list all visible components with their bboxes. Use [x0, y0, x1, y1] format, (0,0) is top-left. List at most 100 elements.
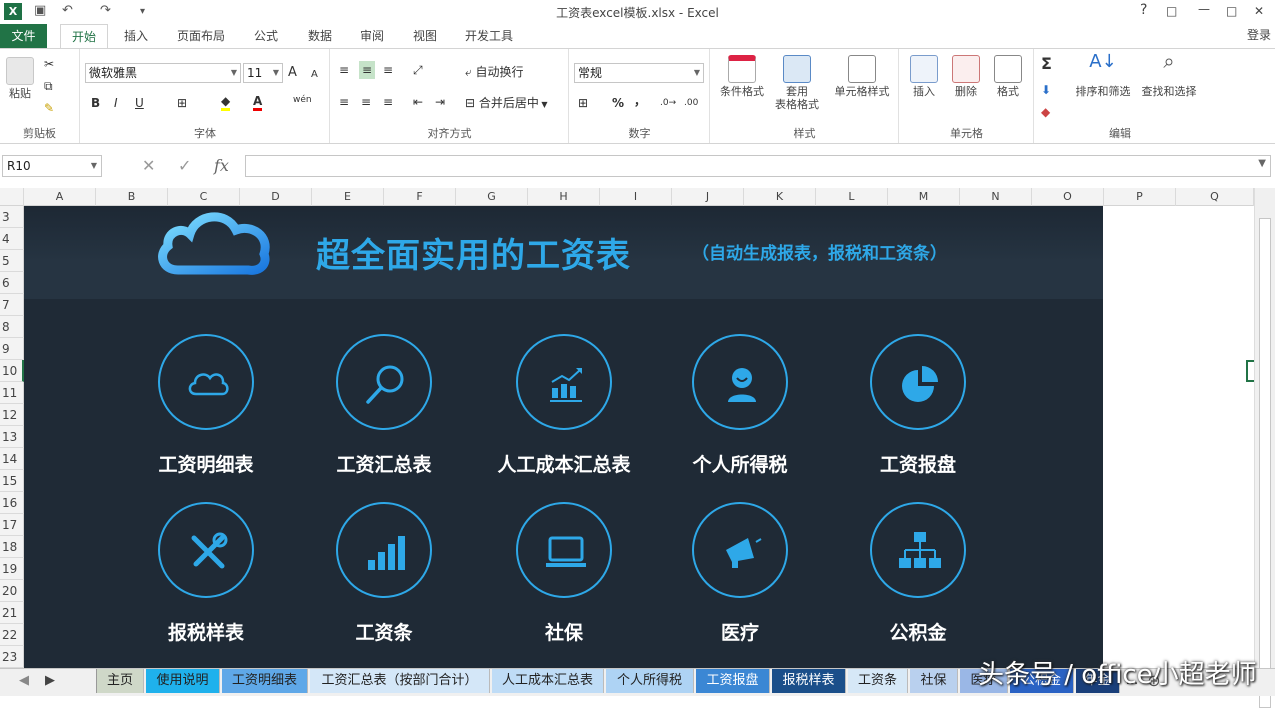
font-name-combo[interactable]: 微软雅黑 ▼ — [85, 63, 241, 83]
align-center-icon[interactable]: ≡ — [361, 93, 371, 111]
sheet-tab-tax-sample[interactable]: 报税样表 — [772, 669, 846, 693]
row-header[interactable]: 9 — [0, 338, 24, 360]
sign-in-link[interactable]: 登录 — [1247, 24, 1271, 46]
row-header[interactable]: 23 — [0, 646, 24, 668]
format-painter-icon[interactable]: ✎ — [44, 99, 54, 117]
sheet-tab-home[interactable]: 主页 — [96, 669, 144, 693]
name-box[interactable]: R10 ▼ — [2, 155, 102, 177]
row-header[interactable]: 7 — [0, 294, 24, 316]
insert-function-button[interactable]: fx — [214, 156, 229, 175]
wrap-text-button[interactable]: ⤶ 自动换行 — [465, 63, 524, 81]
autosum-button[interactable]: Σ — [1041, 55, 1052, 73]
row-header[interactable]: 22 — [0, 624, 24, 646]
tile-payslip[interactable]: 工资条 — [284, 502, 484, 652]
sort-filter-button[interactable]: A↓ 排序和筛选 — [1071, 53, 1135, 99]
sheet-tab-salary-report[interactable]: 工资报盘 — [696, 669, 770, 693]
vertical-scrollbar[interactable] — [1254, 188, 1275, 708]
column-header[interactable]: G — [456, 188, 528, 206]
underline-button[interactable]: U — [135, 94, 144, 112]
find-select-button[interactable]: ⌕ 查找和选择 — [1137, 51, 1201, 98]
sheet-tab-payslip[interactable]: 工资条 — [848, 669, 908, 693]
format-as-table-button[interactable]: 套用 表格格式 — [769, 55, 825, 111]
align-left-icon[interactable]: ≡ — [339, 93, 349, 111]
copy-icon[interactable]: ⧉ — [44, 77, 53, 95]
accounting-format-icon[interactable]: ⊞ — [578, 94, 588, 112]
percent-style-button[interactable]: % — [612, 94, 624, 112]
row-header[interactable]: 3 — [0, 206, 24, 228]
font-size-combo[interactable]: 11 ▼ — [243, 63, 283, 83]
row-header[interactable]: 20 — [0, 580, 24, 602]
align-top-icon[interactable]: ≡ — [339, 61, 349, 79]
minimize-button[interactable]: — — [1198, 2, 1210, 16]
tab-review[interactable]: 审阅 — [350, 24, 394, 48]
align-bottom-icon[interactable]: ≡ — [383, 61, 393, 79]
column-header[interactable]: B — [96, 188, 168, 206]
tab-formulas[interactable]: 公式 — [244, 24, 288, 48]
fill-color-icon[interactable]: ◆ — [221, 94, 231, 111]
select-all-corner[interactable] — [0, 188, 24, 206]
sheet-tab-labor-cost[interactable]: 人工成本汇总表 — [492, 669, 604, 693]
format-cells-button[interactable]: 格式 — [988, 55, 1028, 98]
worksheet-cells[interactable] — [1103, 206, 1254, 668]
increase-decimal-icon[interactable]: .0→ — [660, 94, 676, 112]
increase-indent-icon[interactable]: ⇥ — [435, 93, 445, 111]
tile-medical[interactable]: 医疗 — [640, 502, 840, 652]
shrink-font-button[interactable]: A — [311, 66, 318, 84]
column-header[interactable]: H — [528, 188, 600, 206]
comma-style-button[interactable]: ， — [634, 92, 646, 110]
row-header[interactable]: 8 — [0, 316, 24, 338]
cell-styles-button[interactable]: 单元格样式 — [827, 55, 897, 98]
tab-developer[interactable]: 开发工具 — [456, 24, 522, 48]
row-header[interactable]: 4 — [0, 228, 24, 250]
tab-insert[interactable]: 插入 — [114, 24, 158, 48]
column-header[interactable]: Q — [1176, 188, 1254, 206]
close-button[interactable]: ✕ — [1254, 4, 1264, 18]
enter-icon[interactable]: ✓ — [178, 156, 191, 175]
tile-salary-summary[interactable]: 工资汇总表 — [284, 334, 484, 484]
file-tab[interactable]: 文件 — [0, 24, 47, 48]
row-header[interactable]: 10 — [0, 360, 24, 382]
tile-salary-detail[interactable]: 工资明细表 — [106, 334, 306, 484]
italic-button[interactable]: I — [114, 94, 118, 112]
row-header[interactable]: 17 — [0, 514, 24, 536]
phonetic-button[interactable]: wén — [293, 91, 312, 109]
tab-page-layout[interactable]: 页面布局 — [168, 24, 234, 48]
column-header[interactable]: F — [384, 188, 456, 206]
sheet-tab-income-tax[interactable]: 个人所得税 — [606, 669, 694, 693]
formula-input[interactable]: ▼ — [245, 155, 1271, 177]
align-middle-icon[interactable]: ≡ — [359, 61, 376, 79]
tab-data[interactable]: 数据 — [298, 24, 342, 48]
scroll-tabs-left-icon[interactable]: ◀ — [14, 669, 34, 693]
row-header[interactable]: 16 — [0, 492, 24, 514]
column-header[interactable]: P — [1104, 188, 1176, 206]
row-header[interactable]: 13 — [0, 426, 24, 448]
row-header[interactable]: 6 — [0, 272, 24, 294]
tab-home[interactable]: 开始 — [60, 24, 108, 48]
column-header[interactable]: N — [960, 188, 1032, 206]
orientation-icon[interactable]: ⤢ — [413, 61, 423, 79]
tile-income-tax[interactable]: 个人所得税 — [640, 334, 840, 484]
row-header[interactable]: 15 — [0, 470, 24, 492]
sheet-tab-salary-detail[interactable]: 工资明细表 — [222, 669, 308, 693]
number-format-combo[interactable]: 常规 ▼ — [574, 63, 704, 83]
row-header[interactable]: 14 — [0, 448, 24, 470]
decrease-decimal-icon[interactable]: .00 — [684, 94, 698, 112]
column-header[interactable]: M — [888, 188, 960, 206]
row-header[interactable]: 21 — [0, 602, 24, 624]
column-header[interactable]: I — [600, 188, 672, 206]
row-header[interactable]: 11 — [0, 382, 24, 404]
tile-tax-sample[interactable]: 报税样表 — [106, 502, 306, 652]
bold-button[interactable]: B — [91, 94, 100, 112]
conditional-formatting-button[interactable]: 条件格式 — [713, 55, 771, 98]
column-header[interactable]: C — [168, 188, 240, 206]
maximize-button[interactable]: □ — [1226, 4, 1237, 18]
column-header[interactable]: L — [816, 188, 888, 206]
tab-view[interactable]: 视图 — [403, 24, 447, 48]
tile-salary-report[interactable]: 工资报盘 — [818, 334, 1018, 484]
cut-icon[interactable]: ✂ — [44, 55, 54, 73]
tile-social-security[interactable]: 社保 — [464, 502, 664, 652]
sheet-tab-instructions[interactable]: 使用说明 — [146, 669, 220, 693]
grow-font-button[interactable]: A — [288, 64, 297, 82]
decrease-indent-icon[interactable]: ⇤ — [413, 93, 423, 111]
scrollbar-thumb[interactable] — [1259, 218, 1271, 708]
